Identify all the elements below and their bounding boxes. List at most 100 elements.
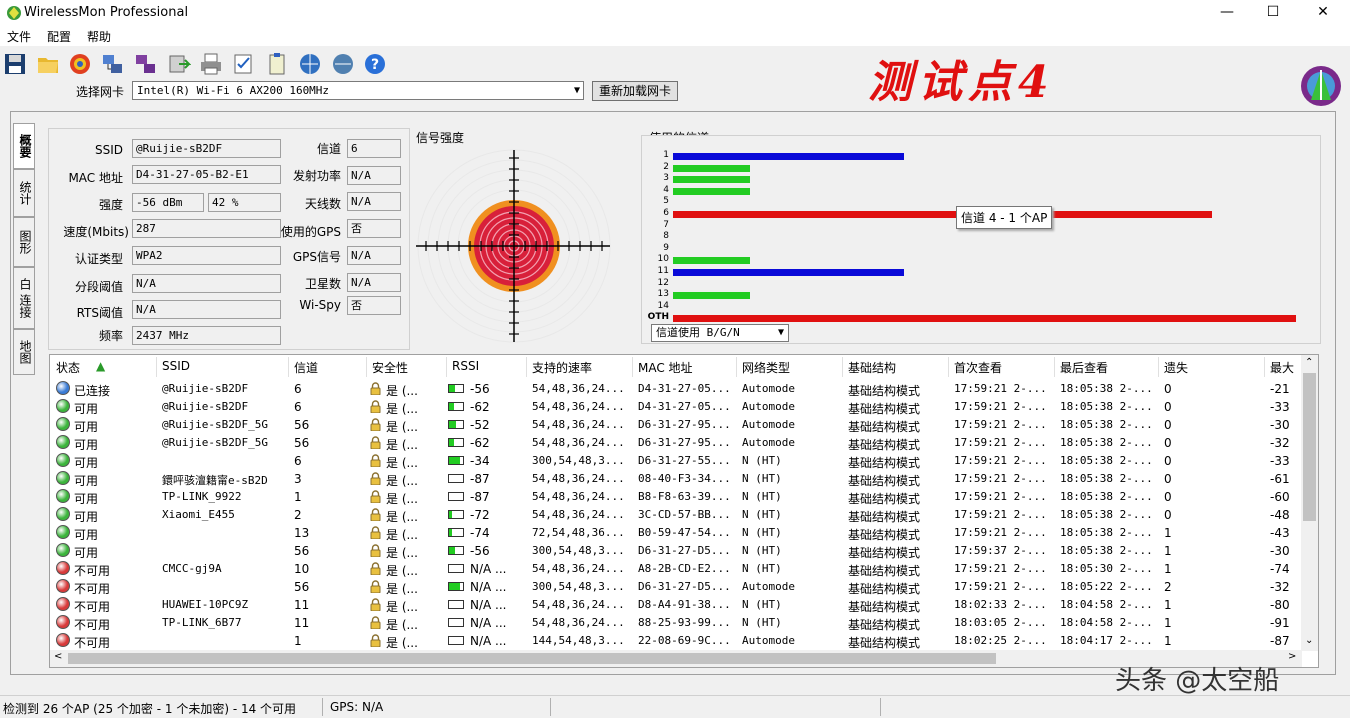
app-icon — [7, 6, 21, 20]
maximize-button[interactable]: ☐ — [1250, 0, 1296, 26]
channel-label: 2 — [663, 161, 669, 172]
sort-arrow-icon[interactable]: ▲ — [96, 359, 105, 373]
column-divider[interactable] — [842, 357, 843, 377]
table-row[interactable]: 不可用 1 是 (... N/A ... 144,54,48,3... 22-08-69-… — [50, 632, 1302, 650]
column-header[interactable]: RSSI — [452, 359, 479, 373]
table-row[interactable]: 可用 56 是 (... -56 300,54,48,3... D6-31-27-D5..… — [50, 542, 1302, 560]
table-row[interactable]: 已连接 @Ruijie-sB2DF 6 是 (... -56 54,48,36,24...… — [50, 380, 1302, 398]
status-divider — [322, 698, 323, 716]
infra-cell: 基础结构模式 — [848, 528, 921, 542]
column-divider[interactable] — [1264, 357, 1265, 377]
column-divider[interactable] — [736, 357, 737, 377]
column-divider[interactable] — [1054, 357, 1055, 377]
tab-stats[interactable]: 统计 — [13, 169, 35, 217]
first-cell: 18:02:33 2-... — [954, 598, 1047, 611]
computers-icon[interactable] — [134, 52, 158, 76]
tab-summary[interactable]: 概要 — [13, 123, 35, 169]
column-header[interactable]: 状态 — [56, 359, 80, 376]
gps-used-field: 否 — [347, 219, 401, 238]
close-button[interactable]: ✕ — [1300, 0, 1346, 26]
horizontal-scroll-thumb[interactable] — [68, 653, 996, 664]
channel-bar-4 — [673, 187, 750, 195]
column-divider[interactable] — [156, 357, 157, 377]
column-header[interactable]: 最后查看 — [1060, 359, 1108, 376]
reload-adapter-button[interactable]: 重新加载网卡 — [592, 81, 678, 101]
column-header[interactable]: 首次查看 — [954, 359, 1002, 376]
globe-icon[interactable] — [298, 52, 322, 76]
infra-cell: 基础结构模式 — [848, 546, 921, 560]
first-cell: 18:02:25 2-... — [954, 634, 1047, 647]
scroll-left-icon[interactable]: < — [54, 651, 62, 662]
table-row[interactable]: 不可用 TP-LINK_6B77 11 是 (... N/A ... 54,48,36,2… — [50, 614, 1302, 632]
table-row[interactable]: 可用 Xiaomi_E455 2 是 (... -72 54,48,36,24... 3C-… — [50, 506, 1302, 524]
column-divider[interactable] — [288, 357, 289, 377]
sec-cell: 是 (... — [386, 402, 418, 416]
column-divider[interactable] — [366, 357, 367, 377]
network-icon[interactable] — [101, 52, 125, 76]
table-row[interactable]: 可用 6 是 (... -34 300,54,48,3... D6-31-27-55...… — [50, 452, 1302, 470]
column-header[interactable]: 安全性 — [372, 359, 408, 376]
column-header[interactable]: 基础结构 — [848, 359, 896, 376]
save-icon[interactable] — [3, 52, 27, 76]
table-row[interactable]: 不可用 HUAWEI-10PC9Z 11 是 (... N/A ... 54,48,36,… — [50, 596, 1302, 614]
column-divider[interactable] — [446, 357, 447, 377]
open-folder-icon[interactable] — [36, 52, 60, 76]
lost-cell: 0 — [1164, 472, 1172, 486]
table-row[interactable]: 可用 @Ruijie-sB2DF_5G 56 是 (... -52 54,48,36,24… — [50, 416, 1302, 434]
globe-settings-icon[interactable] — [331, 52, 355, 76]
tab-map[interactable]: 地图 — [13, 329, 35, 375]
export-icon[interactable] — [167, 52, 191, 76]
column-divider[interactable] — [632, 357, 633, 377]
column-header[interactable]: 支持的速率 — [532, 359, 592, 376]
column-header[interactable]: 遗失 — [1164, 359, 1188, 376]
ssid-cell: @Ruijie-sB2DF — [162, 382, 249, 395]
adapter-select[interactable]: Intel(R) Wi-Fi 6 AX200 160MHz ▼ — [132, 81, 584, 100]
column-divider[interactable] — [526, 357, 527, 377]
table-row[interactable]: 可用 鐶呯骇澶籍甯e-sB2D 3 是 (... -87 54,48,36,24... 08… — [50, 470, 1302, 488]
status-cell: 已连接 — [74, 384, 111, 398]
column-header[interactable]: 信道 — [294, 359, 318, 376]
column-divider[interactable] — [948, 357, 949, 377]
menu-file[interactable]: 文件 — [7, 28, 31, 45]
column-header[interactable]: MAC 地址 — [638, 359, 693, 376]
menu-help[interactable]: 帮助 — [87, 28, 111, 45]
column-divider[interactable] — [1158, 357, 1159, 377]
status-cell: 不可用 — [74, 618, 111, 632]
adapter-value: Intel(R) Wi-Fi 6 AX200 160MHz — [137, 84, 330, 97]
menu-config[interactable]: 配置 — [47, 28, 71, 45]
table-row[interactable]: 可用 13 是 (... -74 72,54,48,36... B0-59-47-54..… — [50, 524, 1302, 542]
column-header[interactable]: SSID — [162, 359, 190, 373]
print-icon[interactable] — [199, 52, 223, 76]
table-row[interactable]: 可用 TP-LINK_9922 1 是 (... -87 54,48,36,24... B8… — [50, 488, 1302, 506]
rssi-meter-fill — [449, 385, 455, 392]
last-cell: 18:05:38 2-... — [1060, 436, 1153, 449]
scroll-right-icon[interactable]: > — [1288, 651, 1296, 662]
table-row[interactable]: 不可用 CMCC-gj9A 10 是 (... N/A ... 54,48,36,24..… — [50, 560, 1302, 578]
infra-cell: 基础结构模式 — [848, 564, 921, 578]
channel-mode-select[interactable]: 信道使用 B/G/N ▼ — [651, 324, 789, 342]
ch-cell: 6 — [294, 382, 302, 396]
infra-cell: 基础结构模式 — [848, 474, 921, 488]
vertical-scrollbar[interactable]: ⌃ ⌄ — [1301, 355, 1318, 651]
checklist-icon[interactable] — [232, 52, 256, 76]
table-row[interactable]: 不可用 56 是 (... N/A ... 300,54,48,3... D6-31-27… — [50, 578, 1302, 596]
minimize-button[interactable]: — — [1204, 0, 1250, 26]
mac-cell: B0-59-47-54... — [638, 526, 731, 539]
column-header[interactable]: 最大 — [1270, 359, 1294, 376]
tab-connect[interactable]: 白 连接 — [13, 267, 35, 329]
scroll-up-icon[interactable]: ⌃ — [1305, 357, 1313, 368]
scroll-down-icon[interactable]: ⌄ — [1305, 635, 1313, 646]
max-cell: -33 — [1270, 400, 1290, 414]
target-icon[interactable] — [68, 52, 92, 76]
clipboard-icon[interactable] — [265, 52, 289, 76]
table-row[interactable]: 可用 @Ruijie-sB2DF_5G 56 是 (... -62 54,48,36,24… — [50, 434, 1302, 452]
vertical-scroll-thumb[interactable] — [1303, 373, 1316, 521]
lost-cell: 1 — [1164, 544, 1172, 558]
help-icon[interactable]: ? — [363, 52, 387, 76]
status-cell: 可用 — [74, 438, 99, 452]
tab-graph[interactable]: 图形 — [13, 217, 35, 267]
ch-cell: 13 — [294, 526, 310, 540]
table-row[interactable]: 可用 @Ruijie-sB2DF 6 是 (... -62 54,48,36,24... D… — [50, 398, 1302, 416]
column-header[interactable]: 网络类型 — [742, 359, 790, 376]
app-logo-icon — [1301, 66, 1341, 106]
